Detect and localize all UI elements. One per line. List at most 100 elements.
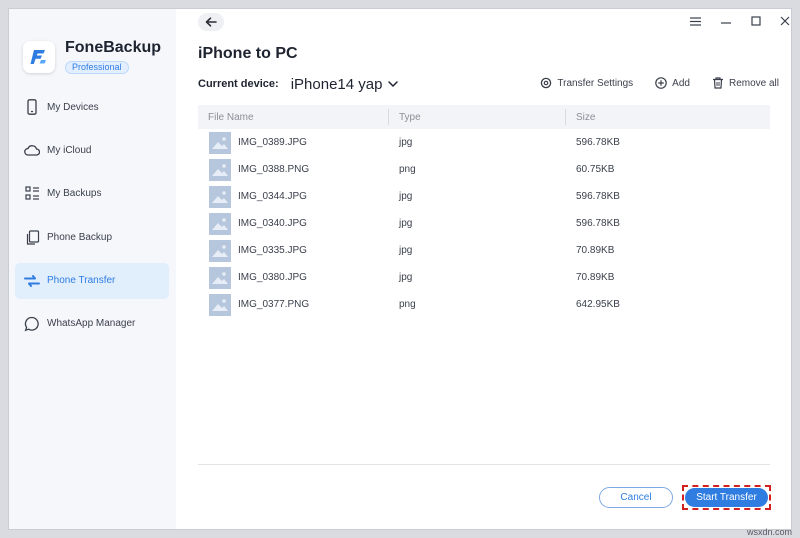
file-name-cell: IMG_0389.JPG [198,131,388,154]
watermark: wsxdn.com [746,527,792,537]
add-button[interactable]: Add [655,77,690,89]
file-name-cell: IMG_0344.JPG [198,185,388,208]
edition-badge: Professional [65,61,129,74]
sidebar-item-label: My Backups [47,188,102,200]
toolbar: Transfer Settings Add Remove all [518,75,779,91]
file-size: 70.89KB [576,245,615,256]
table-row[interactable]: IMG_0380.JPG jpg 70.89KB [198,264,770,291]
maximize-icon [751,16,761,26]
file-size: 596.78KB [576,218,620,229]
image-thumbnail-icon [209,239,231,262]
table-row[interactable]: IMG_0388.PNG png 60.75KB [198,156,770,183]
file-name: IMG_0344.JPG [238,191,307,202]
sidebar-item-label: Phone Backup [47,231,113,243]
file-type: jpg [399,191,413,202]
sidebar-nav: My Devices My iCloud My Backups Phone Ba… [15,89,169,349]
sidebar-item-label: WhatsApp Manager [47,318,136,330]
cancel-button[interactable]: Cancel [599,487,673,508]
whatsapp-icon [24,316,40,332]
page-title: iPhone to PC [198,45,298,62]
sidebar: FoneBackup Professional My Devices My iC… [9,9,176,529]
sidebar-item-label: Phone Transfer [47,275,116,287]
current-device-name: iPhone14 yap [290,75,383,93]
sidebar-item-my-devices[interactable]: My Devices [15,89,169,125]
image-thumbnail-icon [209,131,231,154]
sidebar-item-label: My Devices [47,101,99,113]
image-thumbnail-icon [209,158,231,181]
sidebar-item-phone-backup[interactable]: Phone Backup [15,219,169,255]
table-row[interactable]: IMG_0335.JPG jpg 70.89KB [198,237,770,264]
file-name: IMG_0389.JPG [238,137,307,148]
file-type: png [399,164,416,175]
phone-icon [24,99,40,115]
minimize-icon [721,22,731,24]
start-transfer-button[interactable]: Start Transfer [685,488,768,507]
file-table: File Name Type Size IMG_0389.JPG jpg 596.7… [198,105,770,318]
column-header-size[interactable]: Size [565,105,770,129]
image-thumbnail-icon [209,293,231,316]
transfer-settings-button[interactable]: Transfer Settings [540,77,633,89]
file-type: jpg [399,218,413,229]
backups-icon [24,186,40,202]
file-size: 596.78KB [576,137,620,148]
remove-all-button[interactable]: Remove all [712,77,779,89]
transfer-icon [24,273,40,289]
current-device-row: Current device: iPhone14 yap [198,75,399,93]
transfer-settings-label: Transfer Settings [557,77,634,89]
file-name-cell: IMG_0335.JPG [198,239,388,262]
close-button[interactable] [777,13,791,29]
file-type: jpg [399,245,413,256]
phone-backup-icon [24,229,40,245]
menu-button[interactable] [687,13,703,29]
file-size: 60.75KB [576,164,615,175]
gear-icon [541,77,552,89]
sidebar-item-label: My iCloud [47,144,92,156]
image-thumbnail-icon [209,185,231,208]
brand: FoneBackup Professional [23,39,161,75]
sidebar-item-whatsapp-manager[interactable]: WhatsApp Manager [15,306,169,342]
remove-all-label: Remove all [728,77,779,89]
image-thumbnail-icon [209,212,231,235]
plus-circle-icon [655,77,667,89]
fonebackup-logo-icon [23,41,55,73]
minimize-button[interactable] [718,13,734,29]
current-device-label: Current device: [198,78,279,90]
file-name-cell: IMG_0388.PNG [198,158,388,181]
file-type: jpg [399,137,413,148]
file-name-cell: IMG_0377.PNG [198,293,388,316]
maximize-button[interactable] [748,13,764,29]
add-label: Add [672,77,690,89]
close-icon [780,16,790,26]
file-name: IMG_0388.PNG [238,164,310,175]
trash-icon [712,77,723,89]
menu-icon [689,16,701,26]
file-name: IMG_0380.JPG [238,272,307,283]
file-name: IMG_0377.PNG [238,299,310,310]
cloud-icon [24,142,40,158]
file-size: 70.89KB [576,272,615,283]
column-header-file-name[interactable]: File Name [198,105,388,129]
file-name-cell: IMG_0340.JPG [198,212,388,235]
arrow-left-icon [205,17,217,27]
table-row[interactable]: IMG_0377.PNG png 642.95KB [198,291,770,318]
main-panel: iPhone to PC Current device: iPhone14 ya… [176,9,791,529]
file-type: jpg [399,272,413,283]
app-name: FoneBackup [65,39,162,56]
file-name: IMG_0340.JPG [238,218,307,229]
start-transfer-highlight: Start Transfer [682,485,771,510]
table-row[interactable]: IMG_0340.JPG jpg 596.78KB [198,210,770,237]
back-button[interactable] [198,13,224,31]
file-name: IMG_0335.JPG [238,245,307,256]
image-thumbnail-icon [209,266,231,289]
file-size: 596.78KB [576,191,620,202]
table-body: IMG_0389.JPG jpg 596.78KB IMG_0388.PNG png 60… [198,129,770,318]
device-dropdown-button[interactable] [388,80,399,88]
sidebar-item-phone-transfer[interactable]: Phone Transfer [15,262,169,299]
table-row[interactable]: IMG_0389.JPG jpg 596.78KB [198,129,770,156]
file-name-cell: IMG_0380.JPG [198,266,388,289]
sidebar-item-my-backups[interactable]: My Backups [15,176,169,212]
sidebar-item-my-icloud[interactable]: My iCloud [15,132,169,168]
column-header-type[interactable]: Type [388,105,565,129]
table-row[interactable]: IMG_0344.JPG jpg 596.78KB [198,183,770,210]
app-window: FoneBackup Professional My Devices My iC… [8,8,792,530]
